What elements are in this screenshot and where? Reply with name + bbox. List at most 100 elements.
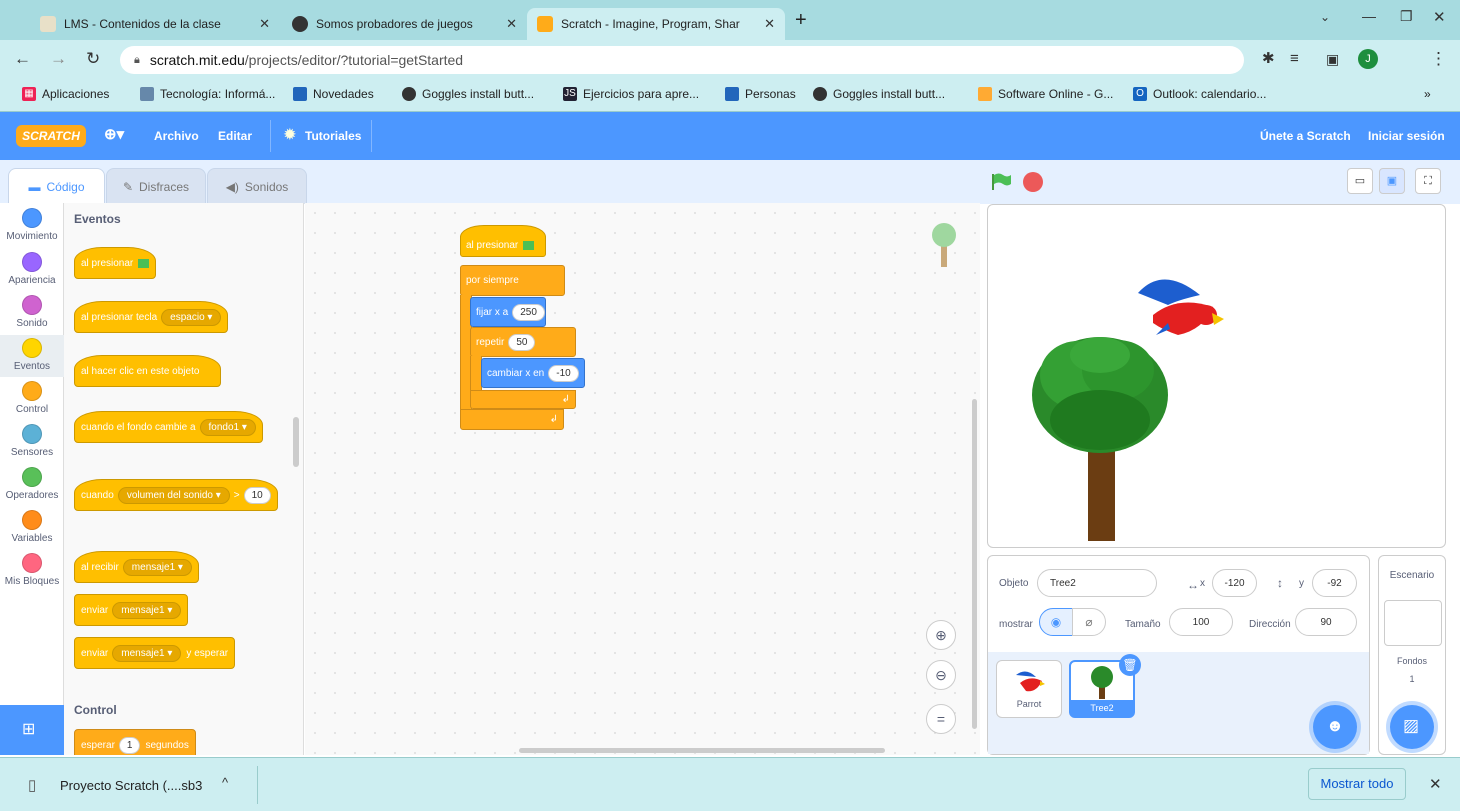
zoom-out-button[interactable]: ⊖ — [926, 660, 956, 690]
fullscreen-icon[interactable]: ⛶ — [1415, 168, 1441, 194]
browser-tab-lms[interactable]: LMS - Contenidos de la clase ✕ — [30, 8, 280, 40]
extensions-icon[interactable]: ✱ — [1262, 50, 1275, 68]
category-mis-bloques[interactable]: Mis Bloques — [0, 553, 64, 587]
bookmark-item[interactable]: JS Ejercicios para apre... — [563, 87, 699, 101]
sprite-thumb-parrot[interactable]: Parrot — [996, 660, 1062, 718]
backdrop-thumbnail[interactable] — [1384, 600, 1442, 646]
bookmark-item[interactable]: Personas — [725, 87, 796, 101]
bookmark-item[interactable]: Tecnología: Informá... — [140, 87, 275, 101]
add-backdrop-button[interactable]: ▨ — [1390, 705, 1434, 749]
minimize-icon[interactable]: — — [1362, 8, 1376, 24]
block-when-loudness-greater[interactable]: cuando volumen del sonido ▾ >10 — [74, 479, 278, 511]
bookmark-item[interactable]: Novedades — [293, 87, 374, 101]
tab-search-icon[interactable]: ⌄ — [1320, 10, 1330, 24]
block-when-backdrop-switches[interactable]: cuando el fondo cambie a fondo1 ▾ — [74, 411, 263, 443]
show-visible-eye-icon[interactable]: ◉ — [1039, 608, 1073, 636]
chrome-menu-icon[interactable]: ⋮ — [1430, 50, 1447, 68]
palette-scrollbar[interactable] — [293, 417, 299, 467]
script-set-x[interactable]: fijar x a 250 — [470, 297, 546, 327]
normal-stage-icon[interactable]: ▣ — [1379, 168, 1405, 194]
new-tab-icon[interactable]: + — [795, 9, 807, 32]
scratch-logo[interactable]: SCRATCH — [16, 125, 86, 147]
loudness-value-input[interactable]: 10 — [243, 486, 271, 504]
backdrop-dropdown[interactable]: fondo1 ▾ — [199, 418, 256, 436]
join-scratch-link[interactable]: Únete a Scratch — [1260, 129, 1351, 143]
stage-canvas[interactable] — [987, 204, 1446, 548]
horizontal-scrollbar[interactable] — [519, 748, 885, 753]
direction-input[interactable]: 90 — [1295, 608, 1357, 636]
block-broadcast[interactable]: enviar mensaje1 ▾ — [74, 594, 189, 626]
y-position-input[interactable]: -92 — [1312, 569, 1357, 597]
script-repeat[interactable]: repetir 50 — [470, 327, 576, 357]
script-change-x[interactable]: cambiar x en -10 — [481, 358, 585, 388]
menu-editar[interactable]: Editar — [218, 129, 252, 143]
message-dropdown[interactable]: mensaje1 ▾ — [112, 601, 182, 619]
bookmark-apps[interactable]: ▦ Aplicaciones — [22, 87, 109, 101]
block-wait-seconds[interactable]: esperar 1 segundos — [74, 729, 196, 755]
stop-icon[interactable] — [1023, 172, 1043, 192]
forward-icon[interactable]: → — [50, 50, 67, 68]
add-extension-button[interactable]: ⊞ — [0, 705, 64, 755]
green-flag-icon[interactable] — [991, 172, 1013, 192]
browser-tab-scratch[interactable]: Scratch - Imagine, Program, Shar ✕ — [527, 8, 785, 40]
block-when-flag-clicked[interactable]: al presionar — [74, 247, 157, 279]
zoom-in-button[interactable]: ⊕ — [926, 620, 956, 650]
vertical-scrollbar[interactable] — [972, 399, 977, 729]
tab-sounds[interactable]: ◀) Sonidos — [207, 168, 307, 204]
bookmark-item[interactable]: Goggles install butt... — [813, 87, 945, 101]
block-broadcast-and-wait[interactable]: enviar mensaje1 ▾ y esperar — [74, 637, 236, 669]
script-forever[interactable]: por siempre — [460, 265, 565, 296]
show-all-downloads-button[interactable]: Mostrar todo — [1308, 768, 1406, 800]
block-when-sprite-clicked[interactable]: al hacer clic en este objeto — [74, 355, 221, 387]
category-apariencia[interactable]: Apariencia — [0, 252, 64, 286]
bookmark-item[interactable]: O Outlook: calendario... — [1133, 87, 1266, 101]
size-input[interactable]: 100 — [1169, 608, 1233, 636]
close-tab-icon[interactable]: ✕ — [506, 16, 517, 32]
close-download-bar-icon[interactable]: ✕ — [1429, 775, 1442, 793]
browser-tab-games[interactable]: Somos probadores de juegos ✕ — [282, 8, 527, 40]
category-movimiento[interactable]: Movimiento — [0, 208, 64, 242]
repeat-count-input[interactable]: 50 — [508, 333, 536, 351]
message-dropdown[interactable]: mensaje1 ▾ — [122, 558, 192, 576]
category-sonido[interactable]: Sonido — [0, 295, 64, 329]
sprite-name-input[interactable]: Tree2 — [1037, 569, 1157, 597]
block-when-key-pressed[interactable]: al presionar tecla espacio ▾ — [74, 301, 229, 333]
reload-icon[interactable]: ↻ — [86, 50, 100, 68]
bookmark-item[interactable]: Goggles install butt... — [402, 87, 534, 101]
tab-code[interactable]: ▬ Código — [8, 168, 105, 205]
message-dropdown[interactable]: mensaje1 ▾ — [112, 644, 182, 662]
zoom-reset-button[interactable]: = — [926, 704, 956, 734]
set-x-value-input[interactable]: 250 — [512, 303, 545, 321]
delete-sprite-trash-icon[interactable]: 🗑︎ — [1119, 654, 1141, 676]
language-globe-icon[interactable]: ⊕▾ — [104, 125, 124, 143]
key-dropdown[interactable]: espacio ▾ — [161, 308, 222, 326]
restore-icon[interactable]: ❐ — [1400, 8, 1413, 25]
close-tab-icon[interactable]: ✕ — [764, 16, 775, 32]
x-position-input[interactable]: -120 — [1212, 569, 1257, 597]
add-sprite-button[interactable]: ☻ — [1313, 705, 1357, 749]
menu-tutoriales[interactable]: Tutoriales — [305, 129, 361, 143]
category-eventos[interactable]: Eventos — [0, 338, 64, 372]
reading-list-icon[interactable]: ≡ — [1290, 50, 1299, 68]
sign-in-link[interactable]: Iniciar sesión — [1368, 129, 1445, 143]
bookmarks-more[interactable]: » — [1424, 87, 1431, 101]
script-area[interactable]: al presionar por siempre fijar x a 250 re… — [305, 203, 980, 755]
download-filename[interactable]: Proyecto Scratch (....sb3 — [60, 778, 202, 793]
change-x-value-input[interactable]: -10 — [548, 364, 579, 382]
category-operadores[interactable]: Operadores — [0, 467, 64, 501]
download-options-chevron-icon[interactable]: ^ — [222, 775, 228, 790]
back-icon[interactable]: ← — [14, 50, 31, 68]
side-panel-icon[interactable]: ▣ — [1326, 50, 1339, 68]
sensor-dropdown[interactable]: volumen del sonido ▾ — [117, 486, 230, 504]
tab-costumes[interactable]: ✎ Disfraces — [106, 168, 206, 204]
profile-avatar[interactable]: J — [1358, 49, 1378, 69]
small-stage-icon[interactable]: ▭ — [1347, 168, 1373, 194]
address-bar[interactable]: 🔒︎ scratch.mit.edu/projects/editor/?tuto… — [120, 46, 1244, 74]
hide-sprite-icon[interactable]: ⌀ — [1072, 608, 1106, 636]
category-variables[interactable]: Variables — [0, 510, 64, 544]
category-control[interactable]: Control — [0, 381, 64, 415]
category-sensores[interactable]: Sensores — [0, 424, 64, 458]
seconds-input[interactable]: 1 — [118, 736, 141, 754]
bookmark-item[interactable]: Software Online - G... — [978, 87, 1113, 101]
menu-archivo[interactable]: Archivo — [154, 129, 199, 143]
